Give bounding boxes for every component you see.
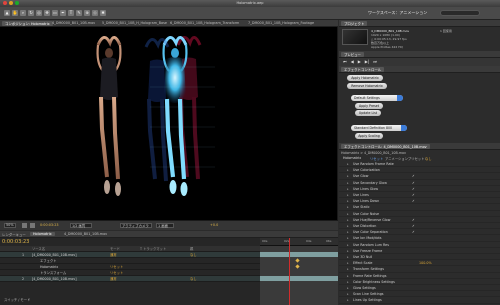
next-frame-icon[interactable]: ▶| [365,59,369,65]
composition-viewer[interactable] [0,27,338,220]
stamp-tool-icon[interactable]: ⊕ [84,10,90,16]
selection-tool-icon[interactable]: ▲ [4,10,10,16]
footage-frame [96,36,215,196]
tab-composition-holomatrix[interactable]: コンポジション: Holomatrix [2,21,53,26]
tab-effect-script[interactable]: エフェクトコントロール [341,67,385,72]
tab-preview[interactable]: プレビュー [341,52,364,57]
timeline-tab-bar: レンダーキュー Holomatrix 4_DM0000_B01_10B.mov [0,231,338,238]
layer-2-bar[interactable] [260,276,338,281]
prev-frame-icon[interactable]: ◀ [351,59,354,65]
project-thumbnail [342,29,368,45]
layer-number: 2 [22,277,25,281]
tab-render-queue[interactable]: レンダーキュー [2,232,26,237]
effect-properties-list: ▸ Use Random Frame Rate ▸ Use Colorization ▸… [339,161,500,305]
timeline-layer-list: 1 [4_DM0000_B01_10B.mov] 通常 なし エフェクト Holomatr… [0,252,260,292]
tab-footage-timeline[interactable]: 4_DM0000_B01_10B.mov [64,232,107,236]
tab-comp-6[interactable]: 6_DM000_B01_10B_Hologram_Transform [170,21,239,25]
preview-controls: ⏮ ◀ ▶ ▶| ⏭ [339,58,500,66]
chevron-down-icon [401,125,407,131]
tab-comp-5[interactable]: 5_DM000_B01_10B_H_Hologram_Base [102,21,167,25]
layer-name[interactable]: [4_DM0000_B01_10B.mov] [32,276,77,282]
keyframe-icon[interactable] [295,258,300,263]
effect-comp-line: Holomatrix > 4_DM0000_B01_10B.mov [341,151,406,155]
last-frame-icon[interactable]: ⏭ [373,59,377,65]
window-title: Holomatrix.aep [236,1,264,5]
project-tab-bar: プロジェクト [339,20,500,27]
effect-script-tab-bar: エフェクトコントロール [339,66,500,73]
scaling-select[interactable]: Standard Definition 800 [351,125,407,131]
tab-project[interactable]: プロジェクト [341,21,368,26]
keyframe-icon[interactable] [295,264,300,269]
timeline-track-area[interactable] [260,246,338,305]
switches-toggle[interactable]: スイッチ / モード [4,297,30,302]
apply-preset-button[interactable]: Apply Preset [355,103,383,109]
snapshot-icon[interactable] [30,223,35,228]
safe-zones-icon[interactable] [22,223,27,228]
update-list-button[interactable]: Update List [355,110,381,116]
effect-name[interactable]: Holomatrix [343,156,361,160]
brush-tool-icon[interactable]: ✎ [76,10,82,16]
type-tool-icon[interactable]: T [68,10,74,16]
tool-bar: ▲ ✋ ⌕ ↻ ◎ ✥ ▭ ✒ T ✎ ⊕ ◇ ✱ ワークスペース：アニメーショ… [0,7,500,20]
timeline-layer-row[interactable]: 2 [4_DM0000_B01_10B.mov] 通常 なし [0,276,260,282]
help-search-input[interactable] [440,10,480,16]
zoom-select[interactable]: 50% [4,223,16,228]
eraser-tool-icon[interactable]: ◇ [92,10,98,16]
layer-1-bar[interactable] [260,252,338,257]
resolution-select[interactable]: 1/2 画質 [70,223,92,228]
tab-comp-7[interactable]: 7_DM000_B01_10B_Hologram_Footage [248,21,314,25]
playhead[interactable] [289,238,290,305]
view-select[interactable]: アクティブカメラ [120,223,152,228]
dancer-figure [96,36,122,196]
viewer-control-bar: 50% 0:00:03:23 1/2 画質 アクティブカメラ 1 画面 +0.0 [0,220,338,230]
mask-tool-icon[interactable]: ▭ [52,10,58,16]
composition-tab-bar: コンポジション: Holomatrix 4_DM0000_B01_10B.mov… [0,20,338,27]
layer-mode[interactable]: 通常 [110,276,117,282]
tab-holomatrix-timeline[interactable]: Holomatrix [30,232,55,236]
apply-holomatrix-button[interactable]: Apply Holomatrix [347,75,383,81]
window-title-bar: Holomatrix.aep [0,0,500,7]
tab-effect-controls[interactable]: エフェクトコントロール: 4_DM0000_B01_10B.mov [341,144,430,149]
first-frame-icon[interactable]: ⏮ [343,59,347,65]
tab-comp-4[interactable]: 4_DM0000_B01_10B.mov [52,21,95,25]
layer-parent[interactable]: なし [190,276,197,282]
ruler-tick: 00s [262,239,268,243]
chevron-down-icon [397,95,403,101]
puppet-tool-icon[interactable]: ✱ [100,10,106,16]
hand-tool-icon[interactable]: ✋ [12,10,18,16]
remove-holomatrix-button[interactable]: Remove Holomatrix [347,83,387,89]
preview-tab-bar: プレビュー [339,51,500,58]
project-meta-5: Apple ProRes 422 HQ [371,45,403,49]
rotate-tool-icon[interactable]: ↻ [28,10,34,16]
effect-controls-tab-bar: エフェクトコントロール: 4_DM0000_B01_10B.mov [339,143,500,150]
views-count-select[interactable]: 1 画面 [156,223,174,228]
project-usage: 1 回使用 [440,29,452,33]
play-icon[interactable]: ▶ [358,59,361,65]
apply-scaling-button[interactable]: Apply Scaling [355,133,383,139]
preset-select[interactable]: Default Settings [351,95,403,101]
camera-tool-icon[interactable]: ◎ [36,10,42,16]
time-ruler[interactable]: 00s 02s 04s 06s [260,238,338,246]
zoom-tool-icon[interactable]: ⌕ [20,10,26,16]
ruler-tick: 06s [326,239,332,243]
ruler-tick: 04s [306,239,312,243]
workspace-label[interactable]: ワークスペース：アニメーション [368,10,427,16]
viewer-timecode[interactable]: 0:00:03:23 [40,223,59,227]
exposure-value[interactable]: +0.0 [210,223,218,227]
pan-behind-tool-icon[interactable]: ✥ [44,10,50,16]
pen-tool-icon[interactable]: ✒ [60,10,66,16]
timeline-timecode[interactable]: 0:00:03:23 [2,239,29,245]
